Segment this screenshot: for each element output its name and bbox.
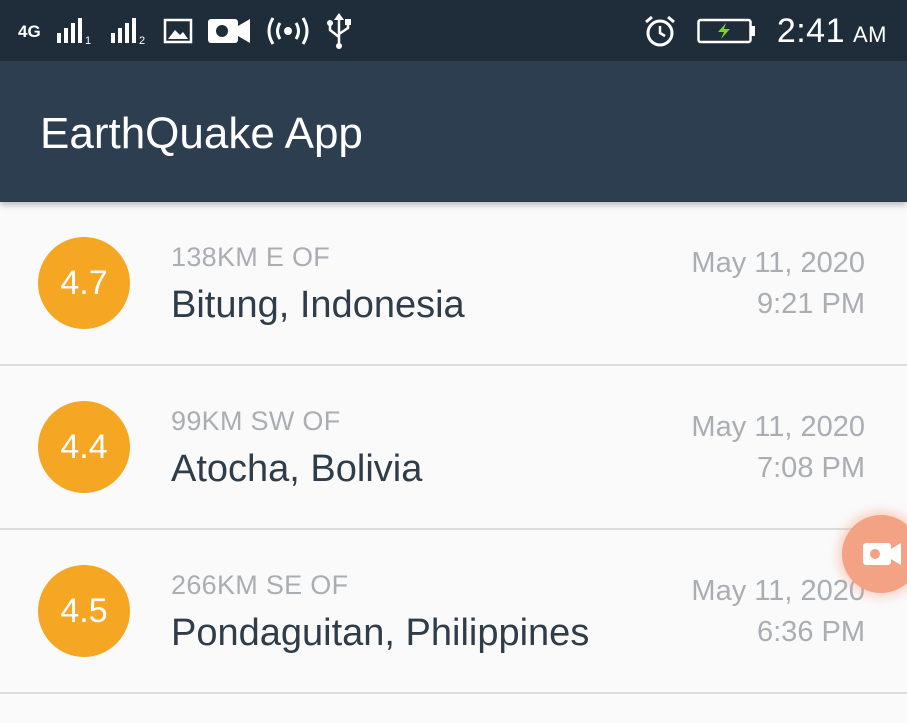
clock-time: 2:41 [776,11,845,50]
battery-charging-icon [697,18,757,44]
alarm-icon [643,14,677,48]
location-offset: 99KM SW OF [171,406,341,436]
app-title: EarthQuake App [40,109,363,158]
clock-ampm: AM [853,21,887,47]
network-label: 4G [18,21,41,41]
sim2-index: 2 [139,35,145,45]
primary-location: Pondaguitan, Philippines [171,612,590,654]
location-offset: 266KM SE OF [171,570,349,600]
quake-date: May 11, 2020 [691,411,865,443]
usb-icon [325,13,353,49]
magnitude-badge: 4.5 [38,565,130,657]
quake-date: May 11, 2020 [691,575,865,607]
sim1-index: 1 [85,35,91,45]
quake-time: 9:21 PM [757,288,865,320]
earthquake-list-item[interactable]: 4.4 99KM SW OF Atocha, Bolivia May 11, 2… [0,366,907,530]
quake-date: May 11, 2020 [691,247,865,279]
status-bar-right: 2:41 AM [643,11,887,51]
quake-time: 6:36 PM [757,616,865,648]
earthquake-list-item[interactable]: 4.5 266KM SE OF Pondaguitan, Philippines… [0,530,907,694]
video-camera-icon [862,541,902,567]
signal-sim2-icon: 2 [109,17,149,45]
earthquake-list-item[interactable]: 4.7 138KM E OF Bitung, Indonesia May 11,… [0,202,907,366]
magnitude-badge: 4.7 [38,237,130,329]
app-bar: EarthQuake App [0,61,907,202]
primary-location: Bitung, Indonesia [171,284,465,326]
primary-location: Atocha, Bolivia [171,448,423,490]
status-clock: 2:41 AM [777,12,887,51]
status-bar-left: 4G 1 2 [18,11,353,51]
network-4g-icon: 4G [18,23,41,40]
signal-sim1-icon: 1 [55,17,95,45]
hotspot-icon [265,16,311,46]
magnitude-badge: 4.4 [38,401,130,493]
video-camera-icon [207,16,251,46]
location-offset: 138KM E OF [171,242,331,272]
gallery-icon [163,17,193,45]
earthquake-list[interactable]: 4.7 138KM E OF Bitung, Indonesia May 11,… [0,202,907,694]
quake-time: 7:08 PM [757,452,865,484]
status-bar: 4G 1 2 2:41 AM [0,0,907,61]
